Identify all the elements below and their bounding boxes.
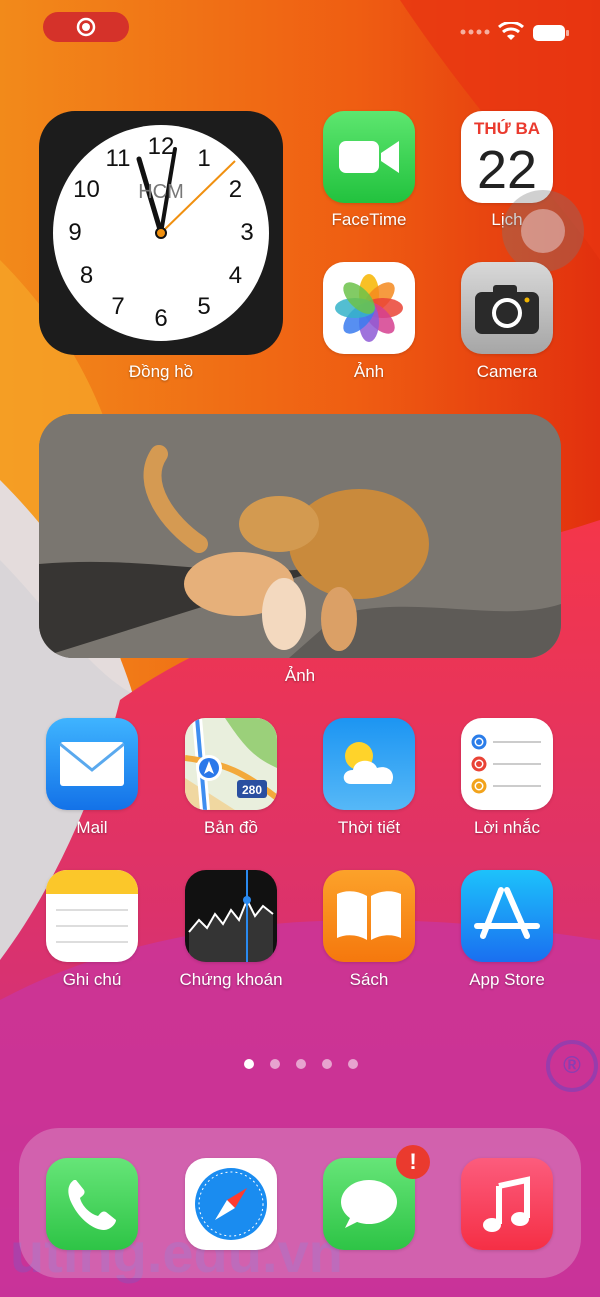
screen-recording-indicator[interactable] — [43, 12, 129, 42]
app-appstore[interactable] — [461, 870, 553, 962]
app-maps[interactable]: 280 — [185, 718, 277, 810]
app-facetime[interactable] — [323, 111, 415, 203]
appstore-a-icon — [474, 887, 540, 939]
photo-widget-label: Ảnh — [284, 666, 316, 685]
app-books-label: Sách — [349, 970, 389, 989]
books-icon — [337, 891, 401, 940]
app-facetime-label: FaceTime — [331, 210, 407, 229]
stocks-chart-icon — [188, 870, 274, 962]
app-weather-label: Thời tiết — [337, 818, 401, 837]
app-maps-label: Bản đồ — [204, 818, 258, 837]
clock-number: 12 — [147, 133, 175, 160]
camera-icon — [475, 285, 539, 334]
page-dot-4[interactable] — [322, 1059, 332, 1069]
app-mail-label: Mail — [76, 818, 108, 837]
app-notes-label: Ghi chú — [62, 970, 122, 989]
battery-icon — [533, 25, 569, 41]
app-reminders[interactable] — [461, 718, 553, 810]
dock-app-music[interactable] — [461, 1158, 553, 1250]
app-mail[interactable] — [46, 718, 138, 810]
reminders-list-icon — [471, 734, 541, 794]
clock-number: 9 — [68, 219, 82, 246]
clock-number: 8 — [79, 262, 94, 289]
app-camera[interactable] — [461, 262, 553, 354]
phone-icon — [68, 1180, 116, 1230]
clock-number: 4 — [228, 262, 243, 289]
app-appstore-label: App Store — [469, 970, 545, 989]
clock-number: 2 — [228, 176, 243, 203]
photo-widget[interactable] — [39, 414, 561, 658]
app-photos[interactable] — [323, 262, 415, 354]
watermark-registered: ® — [546, 1040, 598, 1092]
app-notes[interactable] — [46, 870, 138, 962]
calendar-weekday: THỨ BA — [473, 119, 541, 138]
facetime-icon — [339, 141, 399, 173]
notes-icon — [46, 870, 138, 943]
page-dot-2[interactable] — [270, 1059, 280, 1069]
app-photos-label: Ảnh — [353, 362, 385, 381]
photos-flower-icon — [335, 274, 403, 342]
safari-icon — [195, 1168, 267, 1240]
clock-number: 1 — [197, 144, 211, 172]
clock-number: 7 — [111, 293, 125, 321]
maps-route-badge: 280 — [242, 783, 262, 797]
page-dot-3[interactable] — [296, 1059, 306, 1069]
assistive-touch-button[interactable] — [502, 190, 584, 272]
app-reminders-label: Lời nhắc — [474, 818, 540, 837]
record-icon — [76, 17, 96, 37]
clock-widget-label: Đồng hồ — [128, 362, 194, 381]
signal-icon — [460, 29, 490, 35]
app-camera-label: Camera — [476, 362, 538, 381]
clock-widget[interactable]: HCM 12 1 2 3 4 5 6 7 8 9 10 11 — [39, 111, 283, 355]
clock-number: 11 — [105, 144, 131, 172]
music-note-icon — [483, 1176, 530, 1232]
mail-envelope-icon — [59, 742, 125, 786]
page-dot-1[interactable] — [244, 1059, 254, 1069]
app-weather[interactable] — [323, 718, 415, 810]
clock-number: 5 — [197, 293, 211, 321]
maps-icon: 280 — [185, 718, 277, 810]
dock-app-phone[interactable] — [46, 1158, 138, 1250]
cat-photo — [39, 414, 561, 658]
dock-app-safari[interactable] — [185, 1158, 277, 1250]
clock-number: 10 — [73, 176, 100, 203]
weather-sun-cloud-icon — [343, 742, 394, 784]
app-stocks[interactable] — [185, 870, 277, 962]
messages-badge: ! — [396, 1145, 430, 1179]
clock-number: 3 — [240, 219, 254, 246]
app-books[interactable] — [323, 870, 415, 962]
page-dot-5[interactable] — [348, 1059, 358, 1069]
clock-number: 6 — [154, 305, 168, 332]
wifi-icon — [498, 22, 524, 40]
app-stocks-label: Chứng khoán — [179, 970, 283, 989]
